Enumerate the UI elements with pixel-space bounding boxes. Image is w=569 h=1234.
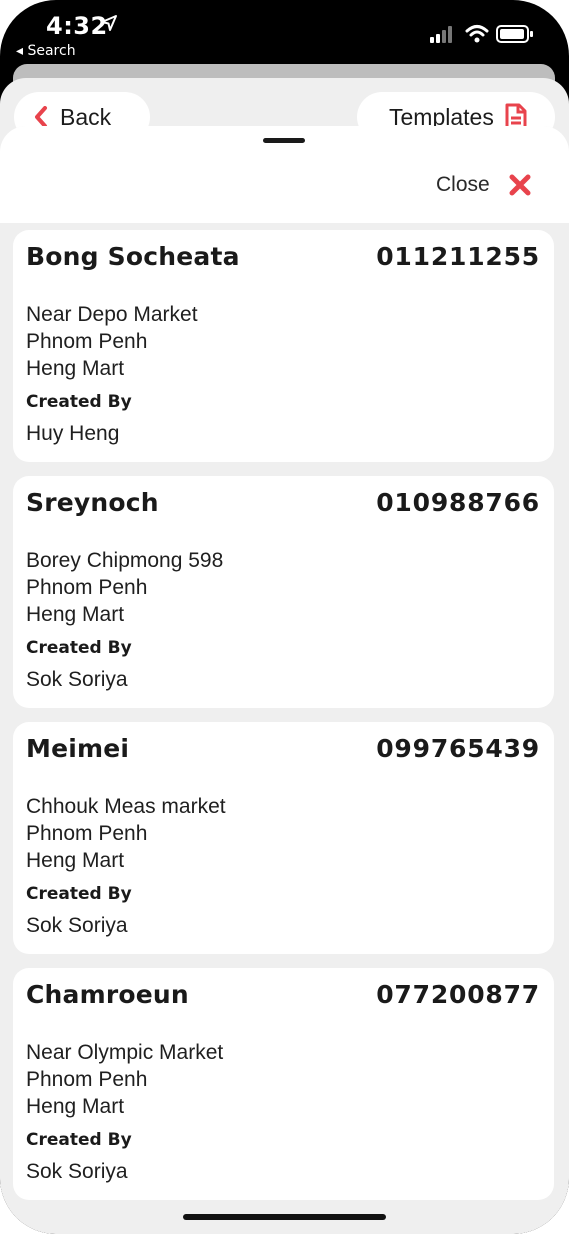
location-arrow-icon (100, 14, 118, 37)
customer-address: Borey Chipmong 598 (26, 549, 224, 572)
customer-store: Heng Mart (26, 603, 125, 626)
customer-card[interactable]: Sreynoch 010988766 Borey Chipmong 598 Ph… (13, 476, 554, 708)
created-by-label: Created By (26, 638, 132, 658)
customer-phone: 077200877 (376, 980, 540, 1009)
close-icon (508, 173, 532, 197)
modal-header: Close (0, 126, 569, 223)
cellular-signal-icon (430, 26, 456, 49)
status-time: 4:32 (46, 12, 108, 40)
customer-name: Chamroeun (26, 980, 189, 1009)
customer-phone: 011211255 (376, 242, 540, 271)
created-by-label: Created By (26, 884, 132, 904)
modal-grabber[interactable] (263, 138, 305, 143)
customer-card[interactable]: Chamroeun 077200877 Near Olympic Market … (13, 968, 554, 1200)
customer-phone: 099765439 (376, 734, 540, 763)
customer-address: Chhouk Meas market (26, 795, 226, 818)
device-frame: 4:32 ◂ Search Back Templates Close Bong … (0, 0, 569, 1234)
back-to-app-link[interactable]: ◂ Search (16, 43, 76, 59)
customer-city: Phnom Penh (26, 822, 148, 845)
created-by-value: Sok Soriya (26, 1160, 128, 1183)
customer-store: Heng Mart (26, 357, 125, 380)
app-screen: Back Templates Close Bong Socheata 01121… (0, 78, 569, 1234)
status-bar: 4:32 ◂ Search (0, 0, 569, 64)
customer-address: Near Olympic Market (26, 1041, 224, 1064)
close-label: Close (436, 173, 490, 196)
chevron-left-icon (34, 106, 48, 128)
customer-name: Sreynoch (26, 488, 159, 517)
customer-name: Bong Socheata (26, 242, 240, 271)
created-by-value: Sok Soriya (26, 668, 128, 691)
customer-card[interactable]: Bong Socheata 011211255 Near Depo Market… (13, 230, 554, 462)
close-button[interactable]: Close (436, 168, 532, 202)
customer-store: Heng Mart (26, 1095, 125, 1118)
customer-name: Meimei (26, 734, 130, 763)
customer-city: Phnom Penh (26, 330, 148, 353)
created-by-value: Huy Heng (26, 422, 120, 445)
customer-city: Phnom Penh (26, 1068, 148, 1091)
customer-card[interactable]: Meimei 099765439 Chhouk Meas market Phno… (13, 722, 554, 954)
created-by-label: Created By (26, 392, 132, 412)
battery-icon (496, 24, 534, 49)
customer-address: Near Depo Market (26, 303, 198, 326)
wifi-icon (465, 24, 489, 49)
customer-modal: Close Bong Socheata 011211255 Near Depo … (0, 126, 569, 1234)
customer-phone: 010988766 (376, 488, 540, 517)
customer-city: Phnom Penh (26, 576, 148, 599)
customer-store: Heng Mart (26, 849, 125, 872)
home-indicator[interactable] (183, 1214, 386, 1220)
created-by-label: Created By (26, 1130, 132, 1150)
created-by-value: Sok Soriya (26, 914, 128, 937)
